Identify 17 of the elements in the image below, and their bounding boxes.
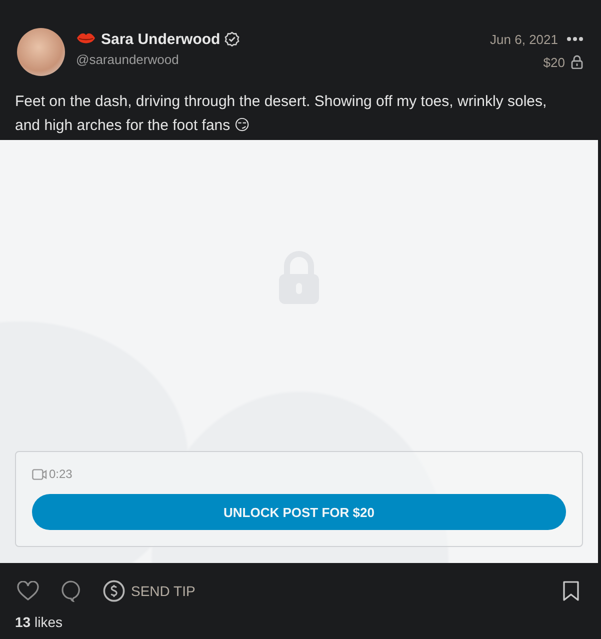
post-price: $20 [543,54,565,70]
unlock-button[interactable]: UNLOCK POST FOR $20 [32,494,566,530]
send-tip-button[interactable]: SEND TIP [103,580,196,602]
like-count: 13 likes [15,614,64,630]
heart-icon[interactable] [17,581,39,601]
lips-icon [76,32,96,46]
author-name[interactable]: Sara Underwood [101,30,220,48]
post-text: Feet on the dash, driving through the desert. Showing off my toes, wrinkly soles, and high arches for the foot fans 😏 [15,92,548,136]
video-duration: 0:23 [49,467,72,481]
post-date: Jun 6, 2021 [490,32,558,46]
bookmark-icon[interactable] [563,581,579,601]
author-handle[interactable]: @saraunderwood [76,52,240,67]
comment-icon[interactable] [61,580,81,602]
video-camera-icon [32,468,47,480]
more-icon[interactable] [567,37,583,41]
dollar-icon [103,580,125,602]
avatar[interactable] [17,28,65,76]
